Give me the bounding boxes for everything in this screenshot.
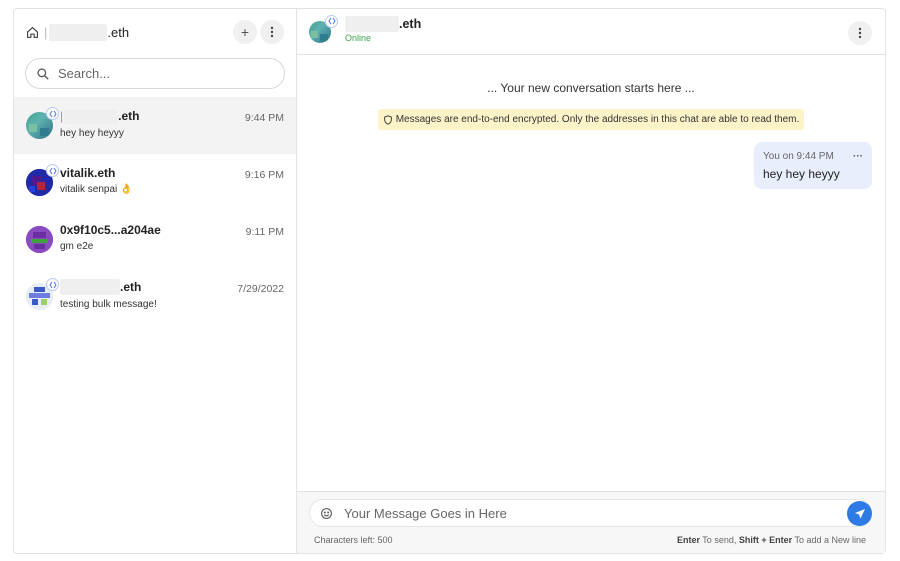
search-box [25, 58, 285, 89]
search-input[interactable] [58, 66, 258, 81]
avatar [26, 107, 59, 139]
sidebar-menu-button[interactable] [260, 20, 284, 44]
messenger-app: | .eth + Search... | .eth hey hey heyyy … [13, 8, 886, 554]
redacted-name [49, 23, 108, 41]
sidebar-header: | .eth + [14, 9, 296, 55]
message-meta: You on 9:44 PM [763, 151, 834, 162]
more-vertical-icon [270, 26, 274, 38]
message-composer: Characters left: 500 Enter To send, Shif… [297, 491, 885, 553]
conversation-time: 7/29/2022 [237, 283, 284, 295]
redacted-name [60, 279, 120, 295]
conversation-time: 9:11 PM [245, 226, 284, 238]
conversation-item[interactable]: .eth testing bulk message! 7/29/2022 [14, 268, 296, 325]
search-icon [36, 67, 50, 81]
ens-badge-icon [325, 14, 338, 28]
ens-badge-icon [46, 278, 59, 291]
conversation-snippet: gm e2e [60, 241, 94, 252]
conversation-snippet: testing bulk message! [60, 299, 157, 310]
conversation-time: 9:44 PM [244, 112, 284, 124]
message-options-icon[interactable]: ··· [853, 151, 863, 162]
sidebar: | .eth + Search... | .eth hey hey heyyy … [14, 9, 297, 553]
chat-header: .eth Online [297, 9, 885, 55]
avatar [26, 164, 59, 196]
current-user-name: | .eth [44, 23, 130, 41]
avatar [26, 278, 59, 310]
conversation-item[interactable]: | .eth hey hey heyyy 9:44 PM [14, 97, 296, 154]
redacted-name [64, 108, 119, 124]
send-icon [854, 508, 865, 518]
chat-menu-button[interactable] [848, 21, 872, 45]
chat-contact-name: .eth [345, 16, 421, 32]
conversation-time: 9:16 PM [244, 169, 284, 181]
message-input[interactable] [344, 505, 824, 521]
chat-panel: .eth Online ... Your new conversation st… [297, 9, 885, 553]
message-area: ... Your new conversation starts here ..… [297, 55, 885, 491]
ens-badge-icon [46, 107, 59, 120]
message-text: hey hey heyyy [763, 167, 840, 181]
online-status: Online [345, 33, 372, 43]
avatar [309, 14, 338, 43]
conversation-item[interactable]: 0x9f10c5...a204ae gm e2e 9:11 PM [14, 211, 296, 268]
conversation-snippet: hey hey heyyy [60, 127, 124, 139]
message-bubble[interactable]: You on 9:44 PM ··· hey hey heyyy [754, 142, 872, 189]
new-conversation-button[interactable]: + [233, 20, 257, 44]
emoji-icon[interactable] [318, 505, 334, 521]
plus-icon: + [240, 24, 250, 40]
ens-badge-icon [46, 164, 59, 177]
keyboard-hint: Enter To send, Shift + Enter To add a Ne… [676, 535, 866, 545]
shield-icon [383, 114, 392, 125]
encryption-notice: Messages are end-to-end encrypted. Only … [378, 109, 804, 130]
conversation-start-note: ... Your new conversation starts here ..… [487, 81, 695, 95]
conversation-item[interactable]: vitalik.eth vitalik senpai 👌 9:16 PM [14, 154, 296, 211]
home-icon[interactable] [26, 25, 40, 39]
characters-left: Characters left: 500 [314, 535, 393, 545]
send-button[interactable] [847, 501, 872, 526]
conversation-snippet: vitalik senpai 👌 [60, 184, 133, 195]
more-vertical-icon [858, 27, 862, 39]
avatar [26, 226, 53, 253]
conversation-list: | .eth hey hey heyyy 9:44 PM vitalik.eth… [14, 97, 296, 553]
redacted-name [345, 16, 399, 32]
